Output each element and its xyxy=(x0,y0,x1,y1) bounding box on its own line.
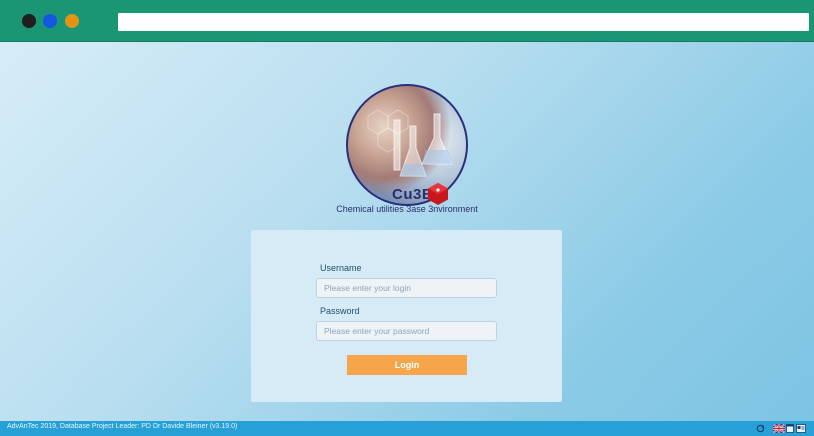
password-input[interactable] xyxy=(316,321,497,341)
window-titlebar xyxy=(0,0,814,42)
password-label: Password xyxy=(320,306,360,316)
username-input[interactable] xyxy=(316,278,497,298)
uk-flag-icon[interactable] xyxy=(773,424,785,433)
window-maximize-dot[interactable] xyxy=(65,14,79,28)
footer-bar: AdvAnTec 2019, Database Project Leader: … xyxy=(0,421,814,436)
refresh-icon[interactable] xyxy=(756,424,765,433)
window-close-dot[interactable] xyxy=(22,14,36,28)
window-icon[interactable] xyxy=(786,424,794,433)
app-tagline: Chemical utilities 3ase 3nvironment xyxy=(336,204,478,214)
username-label: Username xyxy=(320,263,362,273)
login-button[interactable]: Login xyxy=(347,355,467,375)
address-bar[interactable] xyxy=(118,13,809,31)
window-minimize-dot[interactable] xyxy=(43,14,57,28)
id-card-icon[interactable] xyxy=(796,424,806,433)
footer-credit-text: AdvAnTec 2019, Database Project Leader: … xyxy=(7,423,238,430)
hexagon-badge-icon xyxy=(428,183,448,205)
login-card xyxy=(251,230,562,402)
